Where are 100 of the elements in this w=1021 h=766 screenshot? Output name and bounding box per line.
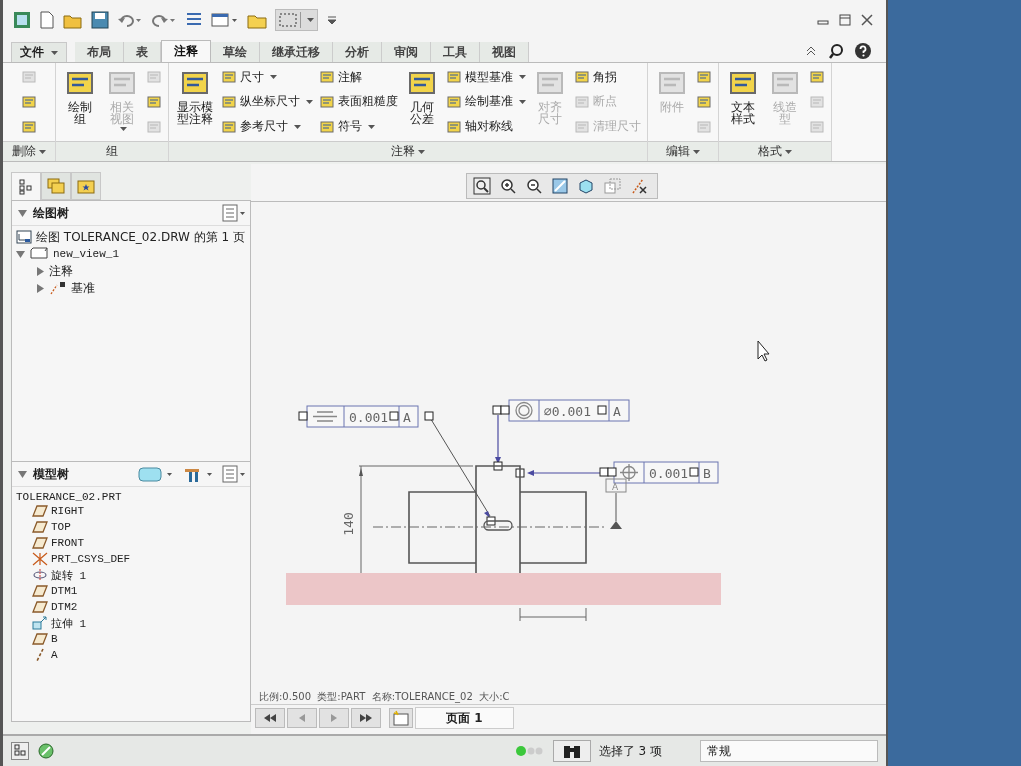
- collapse-ribbon-icon[interactable]: [804, 44, 818, 58]
- tool-icon: [221, 69, 237, 86]
- zoom-fit-icon[interactable]: [473, 177, 491, 195]
- status-lights-icon: [514, 745, 545, 757]
- tree-item[interactable]: DTM2: [51, 601, 78, 613]
- page-tab[interactable]: 页面 1: [415, 707, 514, 729]
- list-settings-icon[interactable]: [222, 465, 246, 483]
- tree-item[interactable]: new_view_1: [53, 248, 119, 260]
- zoom-out-icon[interactable]: [525, 177, 543, 195]
- ribbon-button[interactable]: 几何公差: [404, 65, 440, 139]
- tool-icon: [809, 69, 825, 86]
- tree-item[interactable]: TOLERANCE_02.PRT: [16, 491, 246, 503]
- ribbon-button[interactable]: 轴对称线: [446, 115, 526, 138]
- find-button[interactable]: [552, 740, 591, 762]
- sheet-info: 比例:0.500 类型:PART 名称:TOLERANCE_02 大小:C: [258, 690, 511, 704]
- ribbon-button[interactable]: 尺寸: [221, 66, 313, 89]
- group-label[interactable]: 注释: [169, 141, 647, 161]
- new-page-button[interactable]: [389, 708, 413, 728]
- ribbon-button[interactable]: 表面粗糙度: [319, 91, 398, 113]
- dashed-rectangle-icon: [279, 13, 297, 27]
- new-sheet-icon: [392, 710, 410, 726]
- globe-icon[interactable]: [37, 742, 55, 760]
- group-label[interactable]: 删除: [3, 141, 55, 161]
- tree-item[interactable]: RIGHT: [51, 505, 84, 517]
- tolerance-frame[interactable]: [508, 399, 630, 422]
- ribbon-tab[interactable]: 视图: [480, 42, 530, 62]
- group-label[interactable]: 组: [56, 141, 168, 161]
- tolerance-frame[interactable]: [306, 405, 419, 428]
- collapsed-triangle-icon[interactable]: [36, 283, 45, 293]
- tree-item[interactable]: DTM1: [51, 585, 78, 597]
- ribbon-button[interactable]: 模型基准: [446, 66, 526, 89]
- ribbon-button[interactable]: 绘制组: [62, 65, 98, 139]
- caret-icon: [785, 149, 792, 154]
- tree-item[interactable]: B: [51, 633, 58, 645]
- ribbon-tab[interactable]: 注释: [161, 40, 212, 62]
- selection-handle[interactable]: [597, 405, 607, 415]
- selection-handle[interactable]: [689, 467, 699, 477]
- app-icon[interactable]: [13, 11, 31, 29]
- ribbon-tab[interactable]: 布局: [75, 42, 125, 62]
- ribbon-button[interactable]: 纵坐标尺寸: [221, 91, 313, 113]
- tool-icon: [809, 118, 825, 135]
- ribbon-button[interactable]: 文本样式: [725, 65, 761, 139]
- tree-tab[interactable]: [11, 172, 41, 200]
- last-page-button[interactable]: [351, 708, 381, 728]
- customize-icon[interactable]: [326, 14, 338, 26]
- save-icon[interactable]: [91, 11, 109, 29]
- plane-icon: [32, 633, 48, 645]
- ribbon-button[interactable]: 角拐: [574, 66, 641, 89]
- filter-dropdown[interactable]: 常规: [700, 740, 878, 762]
- tree-item[interactable]: 拉伸 1: [51, 615, 87, 631]
- tree-item[interactable]: 旋转 1: [51, 567, 87, 583]
- zoom-in-icon[interactable]: [499, 177, 517, 195]
- selection-handle[interactable]: [389, 411, 399, 421]
- tree-item[interactable]: PRT_CSYS_DEF: [51, 553, 131, 565]
- datum-feature-symbol: [605, 478, 627, 529]
- ribbon-tab[interactable]: 草绘: [211, 42, 261, 62]
- tree-item[interactable]: FRONT: [51, 537, 84, 549]
- ribbon-button[interactable]: 显示模型注释: [175, 65, 215, 139]
- selection-handle[interactable]: [486, 516, 496, 526]
- window-icon[interactable]: [211, 11, 239, 29]
- group-label[interactable]: 格式: [719, 141, 831, 161]
- expanded-triangle-icon[interactable]: [16, 249, 25, 259]
- ribbon-button[interactable]: 参考尺寸: [221, 115, 313, 138]
- tree-item[interactable]: 绘图 TOLERANCE_02.DRW 的第 1 页: [36, 228, 245, 246]
- ribbon-tab[interactable]: 表: [124, 42, 162, 62]
- favorites-tab[interactable]: [71, 172, 101, 200]
- tree-item[interactable]: 基准: [71, 279, 95, 297]
- expanded-triangle-icon[interactable]: [18, 208, 27, 218]
- ribbon-button[interactable]: 符号: [319, 115, 398, 138]
- tree-item[interactable]: A: [51, 649, 58, 661]
- selection-handle[interactable]: [298, 411, 308, 421]
- tool-icon: [221, 118, 237, 135]
- repaint-icon[interactable]: [551, 177, 569, 195]
- revolve-icon: [32, 568, 48, 582]
- search-icon[interactable]: [828, 43, 844, 59]
- maximize-icon[interactable]: [838, 13, 852, 27]
- ribbon-tab[interactable]: 继承迁移: [260, 42, 334, 62]
- cube-icon[interactable]: [577, 177, 595, 195]
- selection-handle[interactable]: [515, 468, 525, 478]
- close-icon[interactable]: [860, 13, 874, 27]
- first-page-button[interactable]: [255, 708, 285, 728]
- help-icon[interactable]: [854, 42, 872, 60]
- expanded-triangle-icon[interactable]: [18, 469, 27, 479]
- selection-box-button[interactable]: [275, 9, 318, 31]
- ribbon-tab[interactable]: 审阅: [382, 42, 432, 62]
- tree-icon[interactable]: [11, 742, 29, 760]
- selection-handle[interactable]: [493, 461, 503, 471]
- group-label[interactable]: 编辑: [648, 141, 718, 161]
- file-menu[interactable]: 文件: [11, 42, 68, 62]
- ribbon-button[interactable]: 注解: [319, 66, 398, 89]
- selection-handle[interactable]: [424, 411, 434, 421]
- new-file-icon[interactable]: [39, 11, 55, 29]
- list-settings-icon[interactable]: [222, 204, 246, 222]
- collapsed-triangle-icon[interactable]: [36, 266, 45, 276]
- caret-icon: [519, 100, 526, 104]
- ribbon-tab[interactable]: 分析: [333, 42, 383, 62]
- ribbon-button[interactable]: 绘制基准: [446, 91, 526, 113]
- tree-item[interactable]: 注释: [49, 262, 73, 280]
- ribbon-tab[interactable]: 工具: [431, 42, 481, 62]
- tree-item[interactable]: TOP: [51, 521, 71, 533]
